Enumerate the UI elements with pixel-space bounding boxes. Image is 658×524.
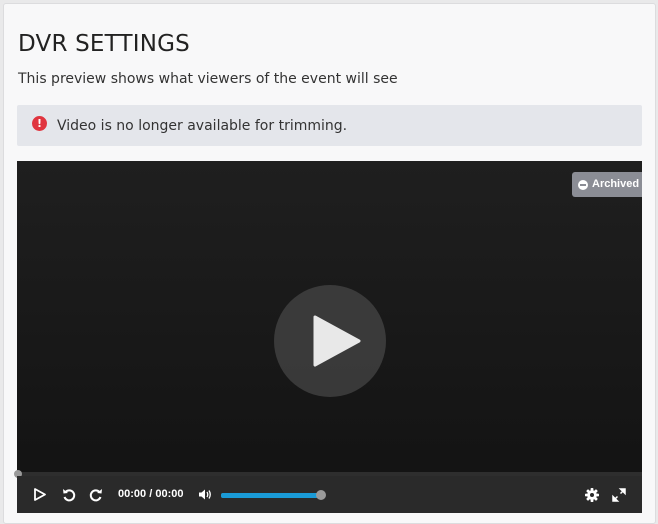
mute-button[interactable] [195,476,215,513]
exclamation-icon: ! [32,116,47,131]
alert-message: Video is no longer available for trimmin… [57,118,348,134]
rewind-button[interactable] [58,476,80,513]
volume-icon [198,489,211,500]
duration: 00:00 [155,488,184,500]
play-icon [34,488,46,501]
video-player[interactable]: Archived 00:00 / 00:00 [14,161,642,513]
trimming-alert: ! Video is no longer available for trimm… [17,105,642,146]
forward-button[interactable] [85,476,107,513]
dvr-settings-panel: DVR SETTINGS This preview shows what vie… [3,3,656,524]
play-icon [313,315,361,367]
fullscreen-button[interactable] [609,476,629,513]
minus-circle-icon [578,179,588,190]
archived-badge: Archived [572,172,642,197]
page-title: DVR SETTINGS [18,31,190,57]
archived-badge-label: Archived [592,178,640,190]
time-display: 00:00 / 00:00 [118,488,183,500]
time-separator: / [149,488,153,500]
control-bar: 00:00 / 00:00 [17,476,642,513]
play-button[interactable] [29,476,51,513]
volume-slider[interactable] [221,490,326,500]
current-time: 00:00 [118,488,147,500]
page-subtitle: This preview shows what viewers of the e… [18,71,398,87]
big-play-button[interactable] [274,285,386,397]
settings-button[interactable] [582,476,602,513]
volume-level [221,493,321,498]
forward-icon [89,488,102,501]
volume-handle[interactable] [316,490,326,500]
fullscreen-icon [612,487,626,502]
rewind-icon [63,488,76,501]
gear-icon [585,487,599,502]
